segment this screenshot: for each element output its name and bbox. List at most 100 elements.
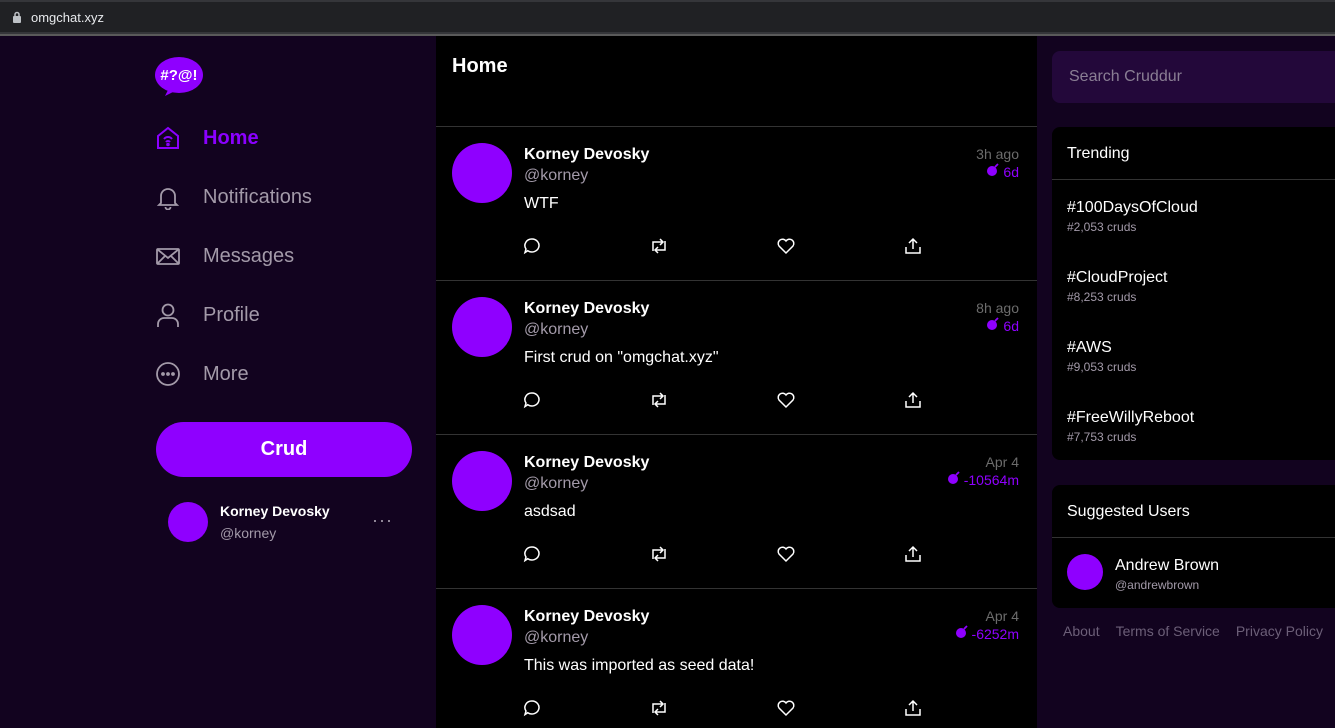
post[interactable]: Korney Devosky @korney asdsad Apr 4 -10564m xyxy=(436,435,1037,589)
home-icon xyxy=(154,124,182,152)
trend-item[interactable]: #100DaysOfCloud #2,053 cruds xyxy=(1052,180,1335,250)
page-title: Home xyxy=(452,55,508,77)
repost-icon[interactable] xyxy=(647,696,671,720)
post-time: 8h ago xyxy=(976,300,1019,316)
nav-item-profile[interactable]: Profile xyxy=(154,295,260,335)
nav-item-messages[interactable]: Messages xyxy=(154,236,294,276)
expiry-value: -10564m xyxy=(963,471,1019,488)
post[interactable]: Korney Devosky @korney WTF 3h ago 6d xyxy=(436,127,1037,281)
footer-links: About Terms of Service Privacy Policy xyxy=(1063,623,1323,639)
trend-count: #2,053 cruds xyxy=(1067,220,1137,234)
post-message: asdsad xyxy=(524,503,576,520)
post-actions xyxy=(520,696,921,720)
nav-item-notifications[interactable]: Notifications xyxy=(154,177,312,217)
like-icon[interactable] xyxy=(774,542,798,566)
crud-button[interactable]: Crud xyxy=(156,422,412,477)
address-bar[interactable]: omgchat.xyz xyxy=(0,2,1335,32)
trend-count: #8,253 cruds xyxy=(1067,290,1137,304)
suggested-user[interactable]: Andrew Brown @andrewbrown xyxy=(1052,538,1335,608)
reply-icon[interactable] xyxy=(520,234,544,258)
post-expiry: 6d xyxy=(986,163,1019,180)
post-time: Apr 4 xyxy=(985,454,1019,470)
nav-label: Profile xyxy=(203,303,260,326)
post-expiry: -10564m xyxy=(947,471,1019,488)
url-text[interactable]: omgchat.xyz xyxy=(31,10,104,25)
bomb-icon xyxy=(986,163,1000,180)
post-author-name[interactable]: Korney Devosky xyxy=(524,454,649,472)
user-icon xyxy=(154,301,182,329)
share-icon[interactable] xyxy=(901,696,925,720)
share-icon[interactable] xyxy=(901,234,925,258)
post-author-handle[interactable]: @korney xyxy=(524,475,588,493)
privacy-link[interactable]: Privacy Policy xyxy=(1236,623,1323,639)
like-icon[interactable] xyxy=(774,696,798,720)
share-icon[interactable] xyxy=(901,388,925,412)
avatar[interactable] xyxy=(452,451,512,511)
suggested-users-title: Suggested Users xyxy=(1052,485,1335,538)
like-icon[interactable] xyxy=(774,388,798,412)
nav-label: More xyxy=(203,362,249,385)
post-message: WTF xyxy=(524,195,559,212)
post-author-name[interactable]: Korney Devosky xyxy=(524,146,649,164)
nav-label: Notifications xyxy=(203,185,312,208)
trend-tag: #100DaysOfCloud xyxy=(1067,199,1198,216)
search-input[interactable] xyxy=(1052,51,1335,103)
repost-icon[interactable] xyxy=(647,234,671,258)
right-sidebar: Trending #100DaysOfCloud #2,053 cruds #C… xyxy=(1037,36,1335,728)
nav-item-more[interactable]: More xyxy=(154,354,249,394)
trending-title: Trending xyxy=(1052,127,1335,180)
like-icon[interactable] xyxy=(774,234,798,258)
bomb-icon xyxy=(955,625,969,642)
avatar xyxy=(1067,554,1103,590)
trend-tag: #FreeWillyReboot xyxy=(1067,409,1195,426)
post-time: 3h ago xyxy=(976,146,1019,162)
trend-tag: #CloudProject xyxy=(1067,269,1168,286)
post[interactable]: Korney Devosky @korney This was imported a… xyxy=(436,589,1037,728)
trending-box: Trending #100DaysOfCloud #2,053 cruds #C… xyxy=(1052,127,1335,460)
nav-item-home[interactable]: Home xyxy=(154,118,259,158)
trend-count: #9,053 cruds xyxy=(1067,360,1137,374)
post[interactable]: Korney Devosky @korney First crud on "omgc… xyxy=(436,281,1037,435)
terms-link[interactable]: Terms of Service xyxy=(1116,623,1220,639)
post-time: Apr 4 xyxy=(985,608,1019,624)
left-sidebar: #?@! Home Notifications Messages Profile… xyxy=(0,36,436,728)
avatar[interactable] xyxy=(452,143,512,203)
repost-icon[interactable] xyxy=(647,388,671,412)
post-expiry: 6d xyxy=(986,317,1019,334)
mail-icon xyxy=(154,242,182,270)
post-author-handle[interactable]: @korney xyxy=(524,167,588,185)
nav-label: Messages xyxy=(203,244,295,267)
lock-icon[interactable] xyxy=(8,2,26,32)
bomb-icon xyxy=(947,471,961,488)
repost-icon[interactable] xyxy=(647,542,671,566)
post-author-handle[interactable]: @korney xyxy=(524,629,588,647)
avatar[interactable] xyxy=(452,605,512,665)
trend-item[interactable]: #AWS #9,053 cruds xyxy=(1052,320,1335,390)
profile-menu-icon[interactable]: ··· xyxy=(372,510,393,531)
reply-icon[interactable] xyxy=(520,696,544,720)
nav-label: Home xyxy=(203,126,259,149)
trend-count: #7,753 cruds xyxy=(1067,430,1137,444)
feed: Home Korney Devosky @korney WTF 3h ago 6d Kor… xyxy=(436,36,1037,728)
bell-icon xyxy=(154,183,182,211)
trend-tag: #AWS xyxy=(1067,339,1112,356)
avatar[interactable] xyxy=(452,297,512,357)
feed-header: Home xyxy=(436,36,1037,127)
bomb-icon xyxy=(986,317,1000,334)
profile-card[interactable]: Korney Devosky @korney ··· xyxy=(168,500,408,542)
suggested-user-handle: @andrewbrown xyxy=(1115,578,1200,592)
expiry-value: 6d xyxy=(1003,163,1019,180)
about-link[interactable]: About xyxy=(1063,623,1100,639)
post-message: First crud on "omgchat.xyz" xyxy=(524,349,719,366)
post-author-handle[interactable]: @korney xyxy=(524,321,588,339)
profile-handle: @korney xyxy=(220,525,277,541)
post-author-name[interactable]: Korney Devosky xyxy=(524,300,649,318)
logo[interactable]: #?@! xyxy=(155,56,205,96)
reply-icon[interactable] xyxy=(520,388,544,412)
expiry-value: -6252m xyxy=(971,625,1019,642)
post-author-name[interactable]: Korney Devosky xyxy=(524,608,649,626)
share-icon[interactable] xyxy=(901,542,925,566)
reply-icon[interactable] xyxy=(520,542,544,566)
trend-item[interactable]: #FreeWillyReboot #7,753 cruds xyxy=(1052,390,1335,460)
trend-item[interactable]: #CloudProject #8,253 cruds xyxy=(1052,250,1335,320)
